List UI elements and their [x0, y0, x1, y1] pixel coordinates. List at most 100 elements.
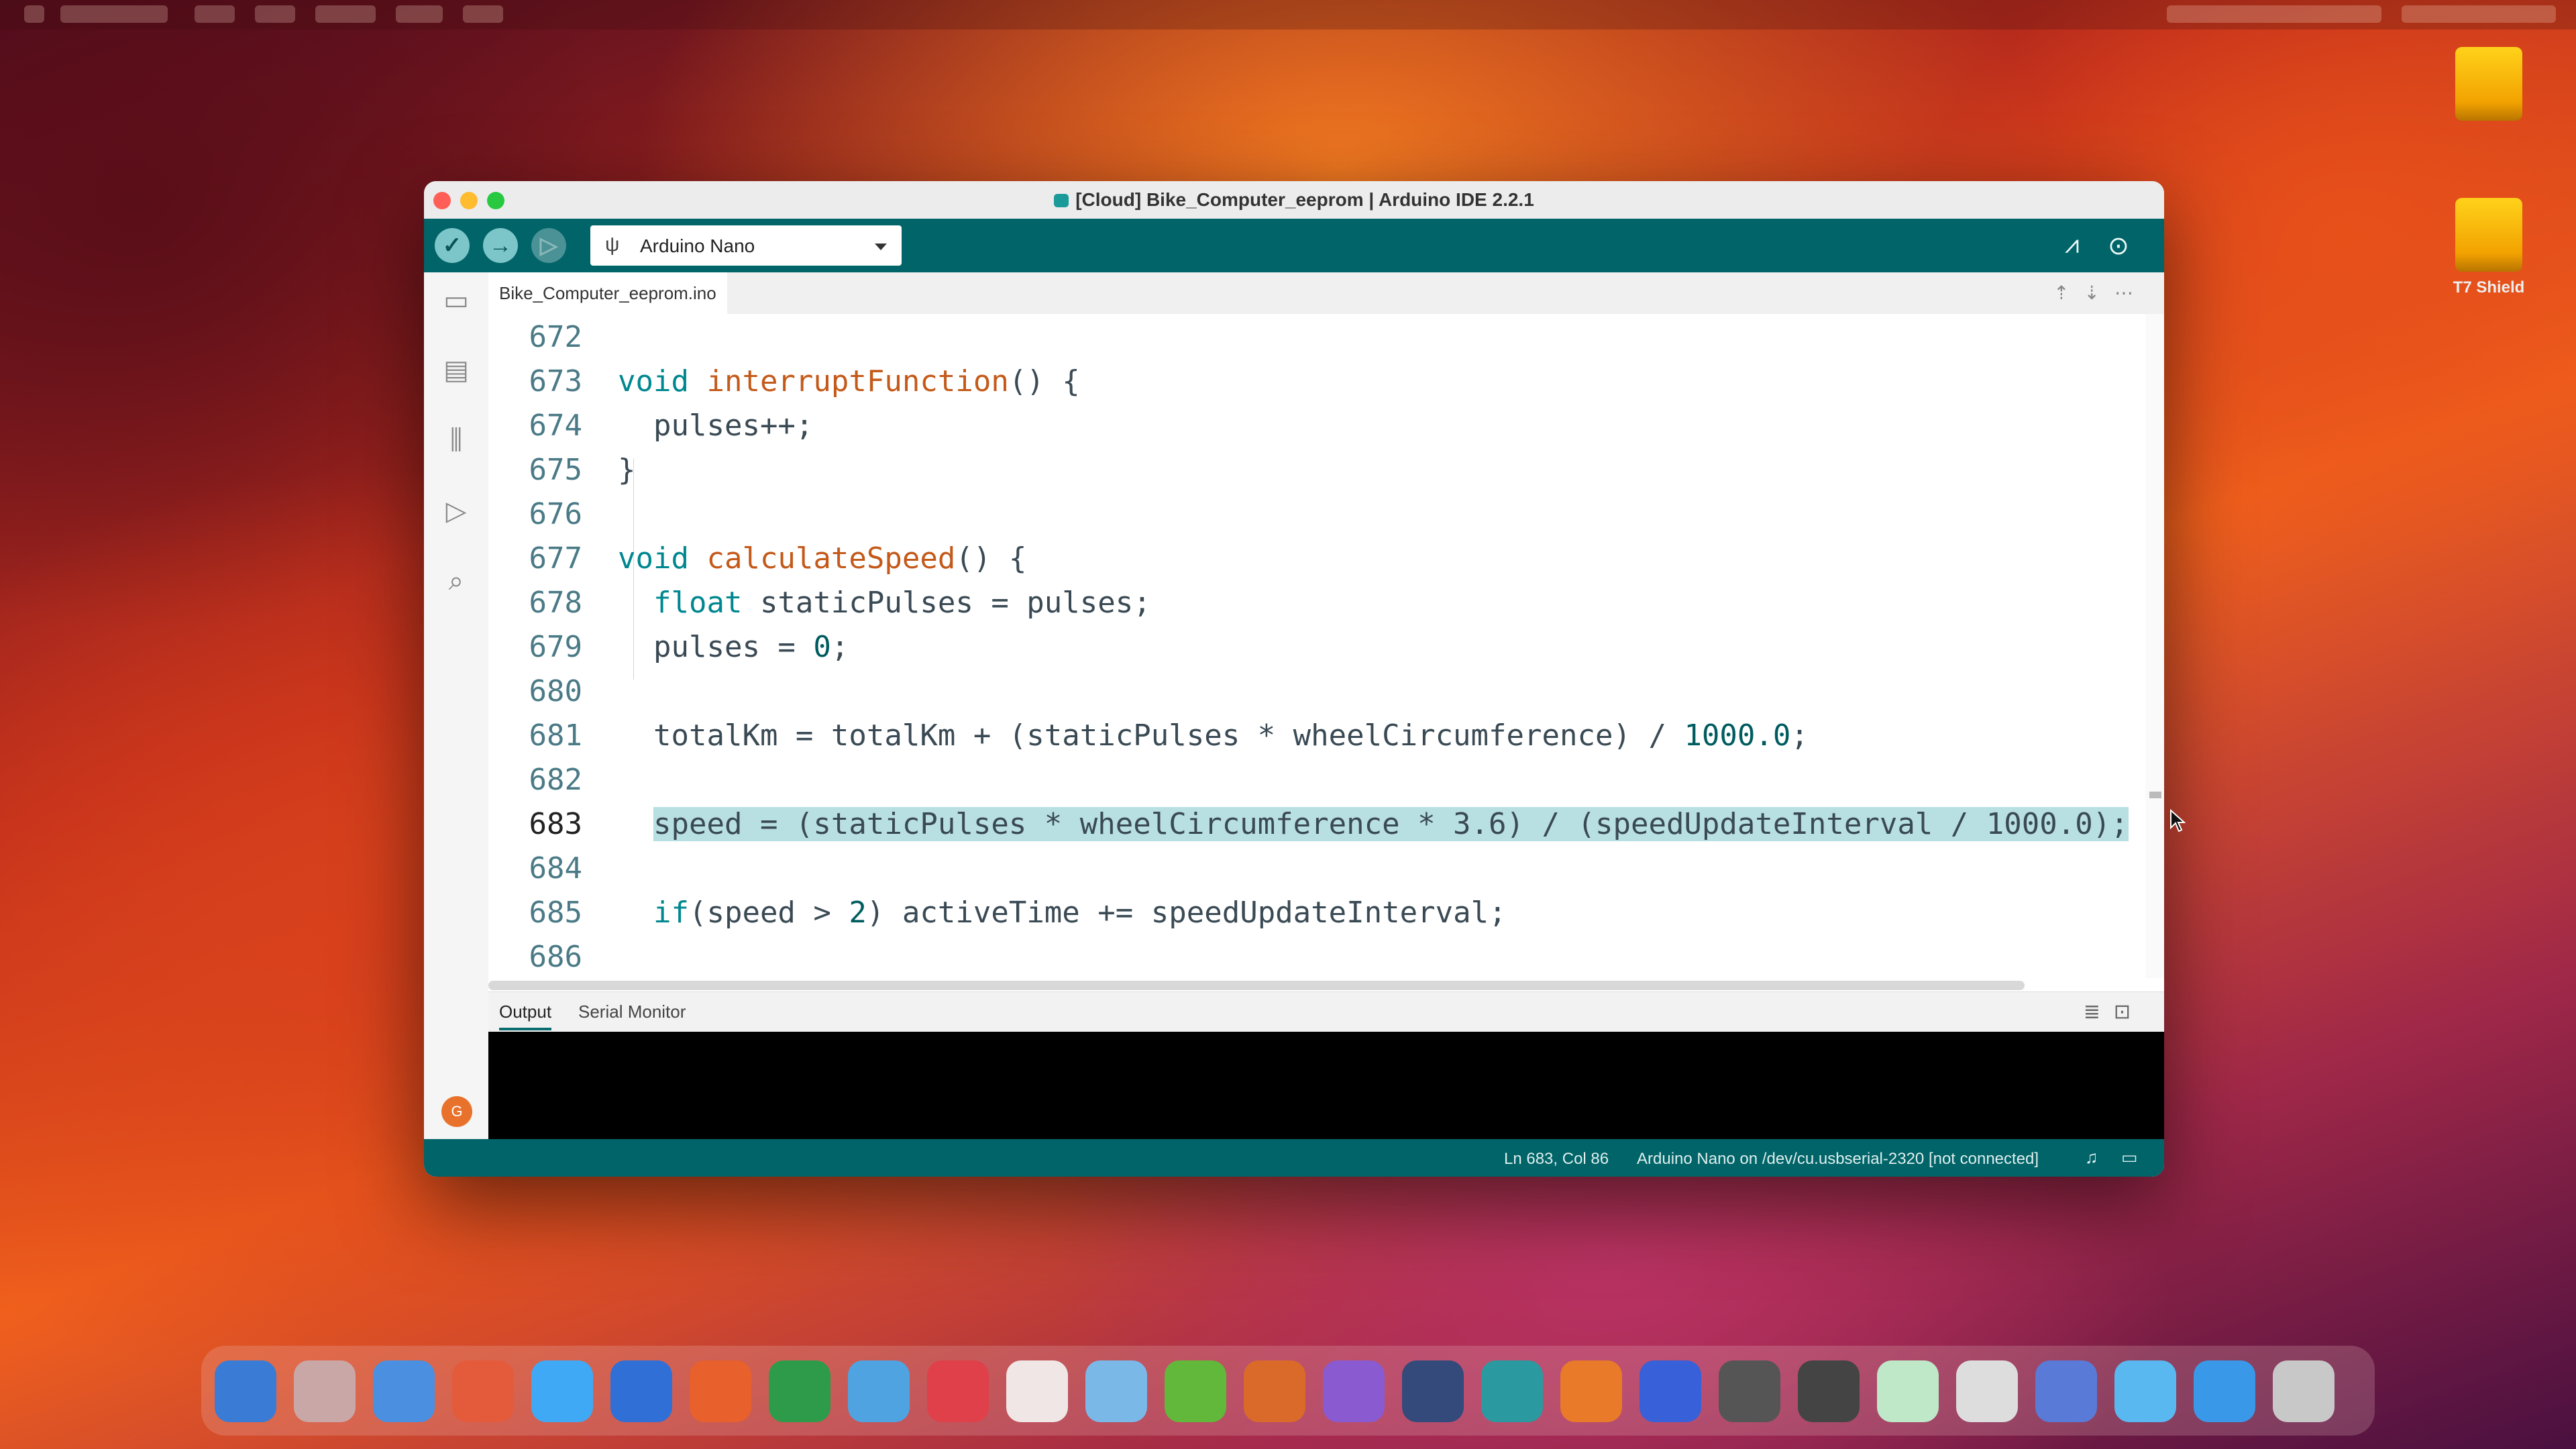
dock-app-icon[interactable] — [1323, 1360, 1385, 1422]
menu-edit[interactable] — [255, 5, 295, 23]
more-icon[interactable]: ⋯ — [2114, 282, 2148, 303]
code-editor[interactable]: 672 673 void interruptFunction() {674 pulse… — [488, 314, 2145, 978]
serial-monitor-button[interactable]: ⊙ — [2108, 231, 2129, 261]
tab-serial-monitor[interactable]: Serial Monitor — [578, 1002, 686, 1022]
drive-icon — [2455, 47, 2522, 121]
dock-app-icon[interactable] — [927, 1360, 989, 1422]
clear-output-icon[interactable]: ≣ — [2084, 1001, 2114, 1023]
code-line[interactable]: 676 — [488, 492, 2145, 537]
code-line[interactable]: 679 pulses = 0; — [488, 625, 2145, 669]
code-line[interactable]: 681 totalKm = totalKm + (staticPulses * w… — [488, 714, 2145, 758]
vertical-scrollbar[interactable] — [2145, 314, 2164, 978]
scroll-thumb[interactable] — [488, 981, 2025, 990]
dock-app-icon[interactable] — [531, 1360, 593, 1422]
menu-tools[interactable] — [396, 5, 443, 23]
desktop-drive-1[interactable] — [2452, 47, 2526, 121]
code-text: pulses = 0; — [653, 625, 849, 669]
dock-app-icon[interactable] — [848, 1360, 910, 1422]
dock-app-icon[interactable] — [215, 1360, 276, 1422]
tab-output[interactable]: Output — [499, 1002, 552, 1030]
desktop-drive-t7-shield[interactable]: T7 Shield — [2452, 198, 2526, 297]
menu-sketch[interactable] — [315, 5, 376, 23]
dock-app-icon[interactable] — [1165, 1360, 1226, 1422]
clock[interactable] — [2402, 5, 2556, 23]
dock-app-icon[interactable] — [1085, 1360, 1147, 1422]
code-text: totalKm = totalKm + (staticPulses * whee… — [653, 714, 1809, 758]
board-selector[interactable]: ψ Arduino Nano — [590, 225, 902, 266]
verify-button[interactable]: ✓ — [435, 228, 470, 263]
search-icon[interactable]: ⌕ — [439, 564, 474, 598]
dock-app-icon[interactable] — [1956, 1360, 2018, 1422]
dock-app-icon[interactable] — [452, 1360, 514, 1422]
menu-help[interactable] — [463, 5, 503, 23]
code-line[interactable]: 675} — [488, 448, 2145, 492]
code-line[interactable]: 684 — [488, 847, 2145, 891]
board-icon[interactable]: ▤ — [439, 353, 474, 388]
serial-plotter-button[interactable]: ⩘ — [2065, 231, 2079, 260]
dock-app-icon[interactable] — [1877, 1360, 1939, 1422]
scroll-thumb[interactable] — [2149, 792, 2161, 798]
cursor-position[interactable]: Ln 683, Col 86 — [1504, 1150, 1609, 1169]
dock-app-icon[interactable] — [1640, 1360, 1701, 1422]
dock-app-icon[interactable] — [1244, 1360, 1305, 1422]
dock-app-icon[interactable] — [769, 1360, 830, 1422]
debug-button[interactable]: ▷ — [531, 228, 566, 263]
library-icon[interactable]: ⫼ — [439, 423, 474, 458]
dock-app-icon[interactable] — [1481, 1360, 1543, 1422]
bell-icon[interactable]: ♫ — [2085, 1147, 2098, 1168]
cloud-icon — [1054, 194, 1069, 207]
board-connection[interactable]: Arduino Nano on /dev/cu.usbserial-2320 [… — [1637, 1150, 2039, 1169]
code-line[interactable]: 682 — [488, 758, 2145, 802]
code-token: ; — [1790, 718, 1809, 753]
code-line[interactable]: 677 void calculateSpeed() { — [488, 537, 2145, 581]
window-title-text: [Cloud] Bike_Computer_eeprom | Arduino I… — [1075, 189, 1534, 210]
avatar[interactable]: G — [441, 1096, 472, 1127]
upload-button[interactable]: → — [483, 228, 518, 263]
dock-app-icon[interactable] — [373, 1360, 435, 1422]
cloud-pull-icon[interactable]: ⇡ — [2053, 282, 2084, 303]
panel-toggle-icon[interactable]: ▭ — [2121, 1147, 2138, 1168]
code-line[interactable]: 672 — [488, 315, 2145, 360]
line-number: 673 — [529, 364, 582, 398]
dock-app-icon[interactable] — [1719, 1360, 1780, 1422]
status-icons[interactable] — [2167, 5, 2381, 23]
debug-icon[interactable]: ▷ — [439, 494, 474, 529]
code-line[interactable]: 683 speed = (staticPulses * wheelCircumfe… — [488, 802, 2145, 847]
dock-app-icon[interactable] — [1560, 1360, 1622, 1422]
dock-app-icon[interactable] — [294, 1360, 356, 1422]
lock-icon[interactable]: ⊡ — [2114, 1001, 2144, 1023]
editor-tab-bar: Bike_Computer_eeprom.ino ⇡⇣⋯ — [488, 272, 2164, 315]
line-number: 675 — [529, 453, 582, 487]
apple-menu[interactable] — [24, 5, 44, 23]
app-menu[interactable] — [60, 5, 168, 23]
horizontal-scrollbar[interactable] — [488, 978, 2145, 991]
dock-app-icon[interactable] — [2273, 1360, 2334, 1422]
code-text: if(speed > 2) activeTime += speedUpdateI… — [653, 891, 1507, 935]
line-number: 682 — [529, 763, 582, 797]
code-line[interactable]: 686 — [488, 935, 2145, 979]
code-line[interactable]: 678 float staticPulses = pulses; — [488, 581, 2145, 625]
debug-icon: ▷ — [539, 233, 558, 258]
dock-app-icon[interactable] — [1402, 1360, 1464, 1422]
dock-app-icon[interactable] — [690, 1360, 751, 1422]
code-token: () { — [1008, 364, 1080, 398]
dock-app-icon[interactable] — [2114, 1360, 2176, 1422]
panel-actions: ≣⊡ — [2084, 1000, 2144, 1024]
folder-icon[interactable]: ▭ — [439, 283, 474, 318]
menu-file[interactable] — [195, 5, 235, 23]
dock-app-icon[interactable] — [610, 1360, 672, 1422]
file-tab[interactable]: Bike_Computer_eeprom.ino — [488, 272, 727, 314]
code-line[interactable]: 673 void interruptFunction() { — [488, 360, 2145, 404]
cloud-push-icon[interactable]: ⇣ — [2084, 282, 2114, 303]
code-line[interactable]: 680 — [488, 669, 2145, 714]
dock-app-icon[interactable] — [1006, 1360, 1068, 1422]
code-token: ; — [830, 630, 849, 664]
dock-app-icon[interactable] — [2194, 1360, 2255, 1422]
dock — [201, 1346, 2375, 1436]
dock-app-icon[interactable] — [2035, 1360, 2097, 1422]
code-line[interactable]: 674 pulses++; — [488, 404, 2145, 448]
code-line[interactable]: 685 if(speed > 2) activeTime += speedUpda… — [488, 891, 2145, 935]
dock-app-icon[interactable] — [1798, 1360, 1860, 1422]
code-token: interruptFunction — [706, 364, 1009, 398]
output-console[interactable] — [488, 1032, 2164, 1139]
